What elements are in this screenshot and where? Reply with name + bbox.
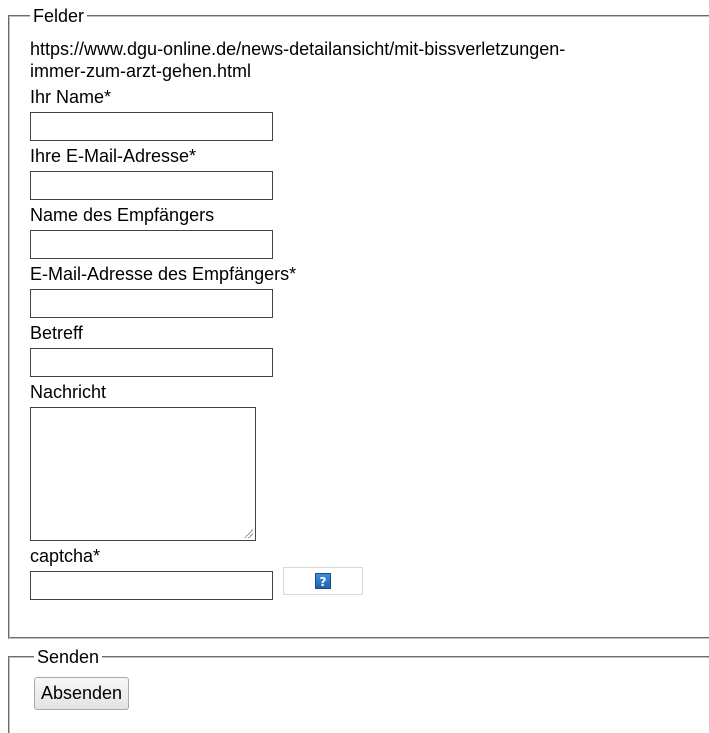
- your-name-input[interactable]: [30, 112, 273, 141]
- your-name-label: Ihr Name*: [30, 87, 112, 107]
- captcha-image: ?: [283, 567, 363, 595]
- your-email-input[interactable]: [30, 171, 273, 200]
- send-fieldset: Senden Absenden: [8, 647, 709, 733]
- page: Felder https://www.dgu-online.de/news-de…: [0, 0, 709, 733]
- your-email-row: Ihre E-Mail-Adresse*: [30, 145, 709, 200]
- recipient-name-label: Name des Empfängers: [30, 205, 215, 225]
- page-url-text: https://www.dgu-online.de/news-detailans…: [30, 39, 566, 81]
- message-textarea[interactable]: [30, 407, 256, 541]
- your-name-row: Ihr Name*: [30, 86, 709, 141]
- recipient-email-input[interactable]: [30, 289, 273, 318]
- send-legend: Senden: [37, 647, 100, 667]
- recipient-email-row: E-Mail-Adresse des Empfängers*: [30, 263, 709, 318]
- subject-input[interactable]: [30, 348, 273, 377]
- fields-fieldset: Felder https://www.dgu-online.de/news-de…: [8, 6, 709, 639]
- your-email-label: Ihre E-Mail-Adresse*: [30, 146, 197, 166]
- captcha-input[interactable]: [30, 571, 273, 600]
- question-mark-icon: ?: [315, 573, 331, 589]
- subject-label: Betreff: [30, 323, 83, 343]
- fields-legend: Felder: [33, 6, 85, 26]
- recipient-email-label: E-Mail-Adresse des Empfängers*: [30, 264, 297, 284]
- recipient-name-row: Name des Empfängers: [30, 204, 709, 259]
- message-label: Nachricht: [30, 382, 107, 402]
- captcha-line: ?: [30, 567, 709, 600]
- subject-row: Betreff: [30, 322, 709, 377]
- resize-grip-icon[interactable]: [243, 528, 253, 538]
- captcha-row: captcha* ?: [30, 545, 709, 600]
- recipient-name-input[interactable]: [30, 230, 273, 259]
- message-row: Nachricht: [30, 381, 709, 541]
- submit-button[interactable]: Absenden: [34, 677, 130, 710]
- captcha-label: captcha*: [30, 546, 101, 566]
